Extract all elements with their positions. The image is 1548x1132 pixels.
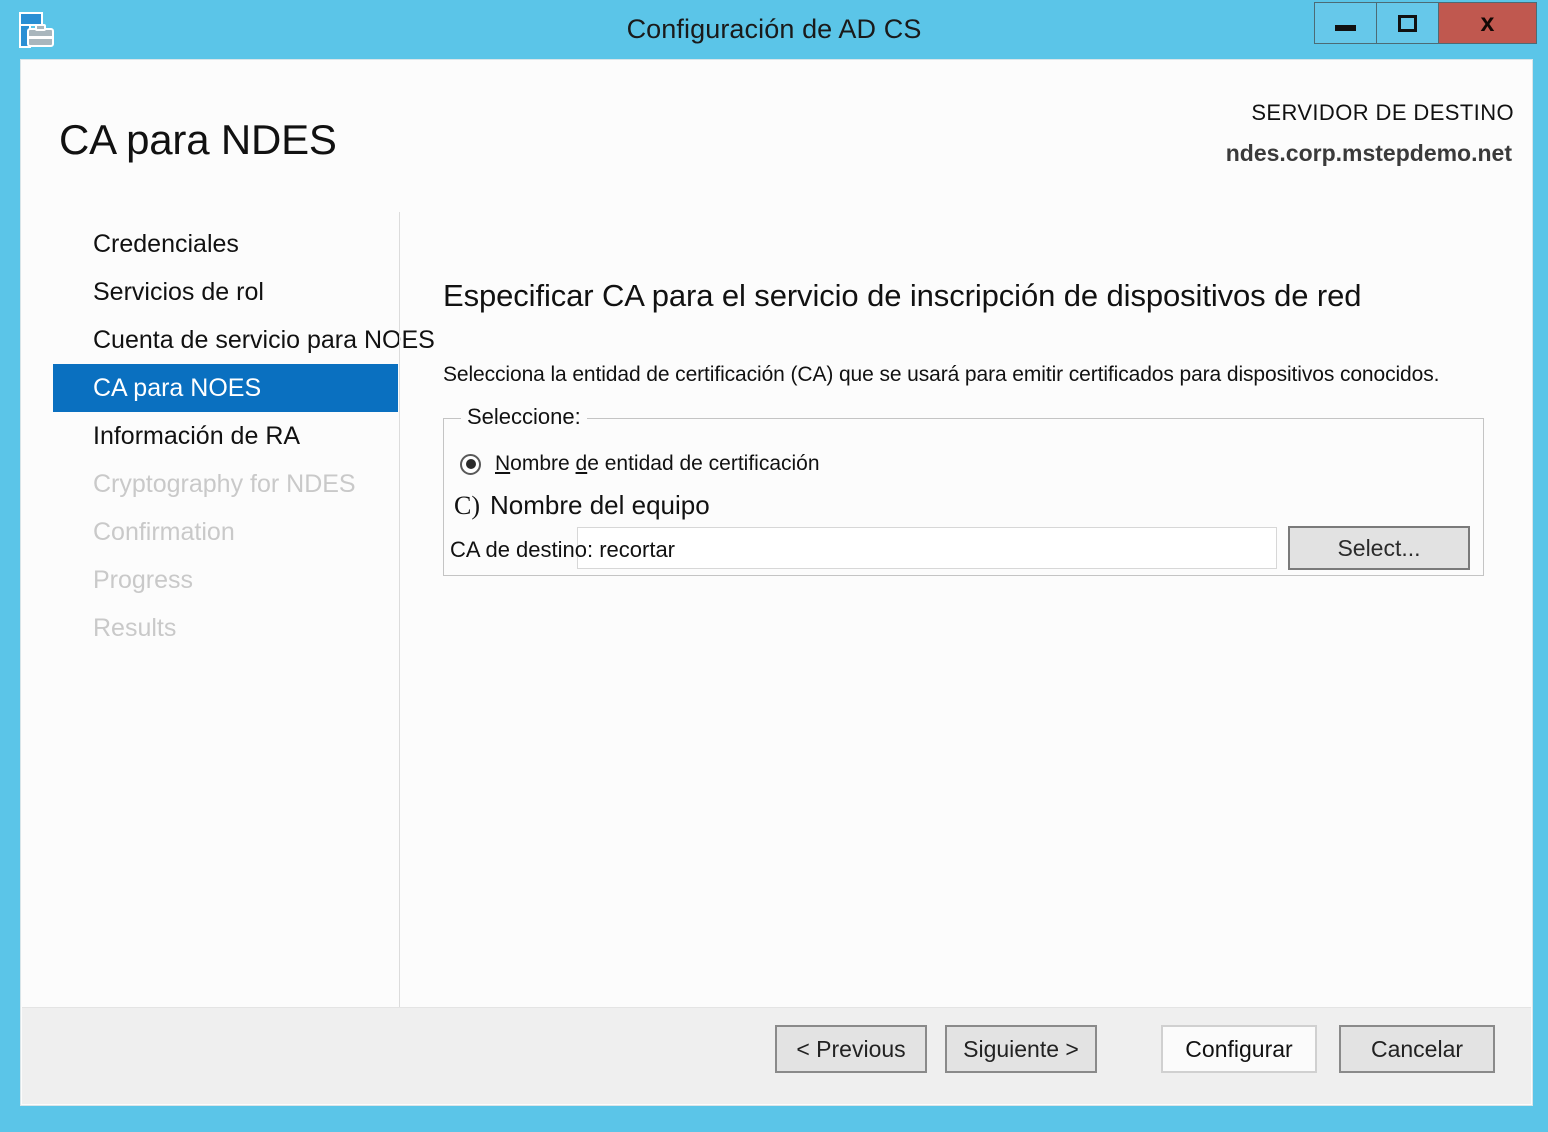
sidebar-item-cryptography-for-ndes: Cryptography for NDES (93, 470, 356, 498)
close-icon: x (1480, 8, 1495, 37)
radio-selected-icon (460, 453, 481, 475)
previous-button[interactable]: < Previous (775, 1025, 927, 1073)
ca-name-input[interactable] (577, 527, 1277, 569)
target-server-label: SERVIDOR DE DESTINO (1251, 100, 1514, 125)
window-body: CA para NDES SERVIDOR DE DESTINO ndes.co… (20, 59, 1533, 1106)
minimize-icon (1335, 24, 1356, 31)
content-description: Selecciona la entidad de certificación (… (443, 363, 1440, 386)
close-button[interactable]: x (1438, 2, 1537, 44)
radio-option-computer-name[interactable]: C) Nombre del equipo (454, 490, 710, 521)
selection-groupbox: Seleccione: Nombre de entidad de certifi… (443, 404, 1484, 576)
page-title: CA para NDES (59, 116, 337, 163)
cancel-button[interactable]: Cancelar (1339, 1025, 1495, 1073)
target-server-name: ndes.corp.mstepdemo.net (1225, 140, 1512, 166)
groupbox-legend: Seleccione: (461, 404, 587, 430)
title-bar: Configuración de AD CS x (0, 0, 1548, 61)
radio-option-ca-name[interactable]: Nombre de entidad de certificación (460, 452, 820, 476)
content-heading: Especificar CA para el servicio de inscr… (443, 278, 1362, 313)
minimize-button[interactable] (1314, 2, 1376, 44)
sidebar-item-cuenta-de-servicio[interactable]: Cuenta de servicio para NOES (21, 316, 435, 364)
ca-field-label: CA de destino: recortar (450, 537, 676, 562)
sidebar-item-results: Results (93, 614, 177, 642)
footer-bar: < Previous Siguiente > Configurar Cancel… (22, 1007, 1531, 1104)
window-controls: x (1314, 2, 1537, 44)
maximize-button[interactable] (1376, 2, 1438, 44)
sidebar-item-confirmation: Confirmation (93, 518, 235, 546)
maximize-icon (1398, 14, 1417, 32)
sidebar-item-progress: Progress (93, 566, 194, 594)
main-content: Especificar CA para el servicio de inscr… (443, 220, 1510, 576)
radio-option-ca-name-label: Nombre de entidad de certificación (495, 452, 820, 475)
sidebar-divider (399, 212, 400, 1052)
ca-field-row: CA de destino: recortar Select... (450, 526, 1479, 570)
sidebar-item-informacion-de-ra[interactable]: Información de RA (21, 412, 398, 460)
wizard-step-list: Credenciales Servicios de rol Cuenta de … (21, 220, 435, 652)
configure-button[interactable]: Configurar (1161, 1025, 1317, 1073)
sidebar-item-servicios-de-rol[interactable]: Servicios de rol (21, 268, 398, 316)
radio-unselected-icon: C) (454, 490, 480, 520)
next-button[interactable]: Siguiente > (945, 1025, 1097, 1073)
select-button[interactable]: Select... (1288, 526, 1470, 570)
sidebar-item-ca-para-noes[interactable]: CA para NOES (53, 364, 398, 412)
ad-cs-configuration-window: Configuración de AD CS x CA para NDES SE… (0, 0, 1548, 1132)
radio-option-computer-name-label: Nombre del equipo (490, 490, 710, 520)
footer-buttons: < Previous Siguiente > Configurar Cancel… (775, 1025, 1495, 1073)
radio-dot (465, 459, 476, 469)
sidebar-item-credenciales[interactable]: Credenciales (21, 220, 398, 268)
